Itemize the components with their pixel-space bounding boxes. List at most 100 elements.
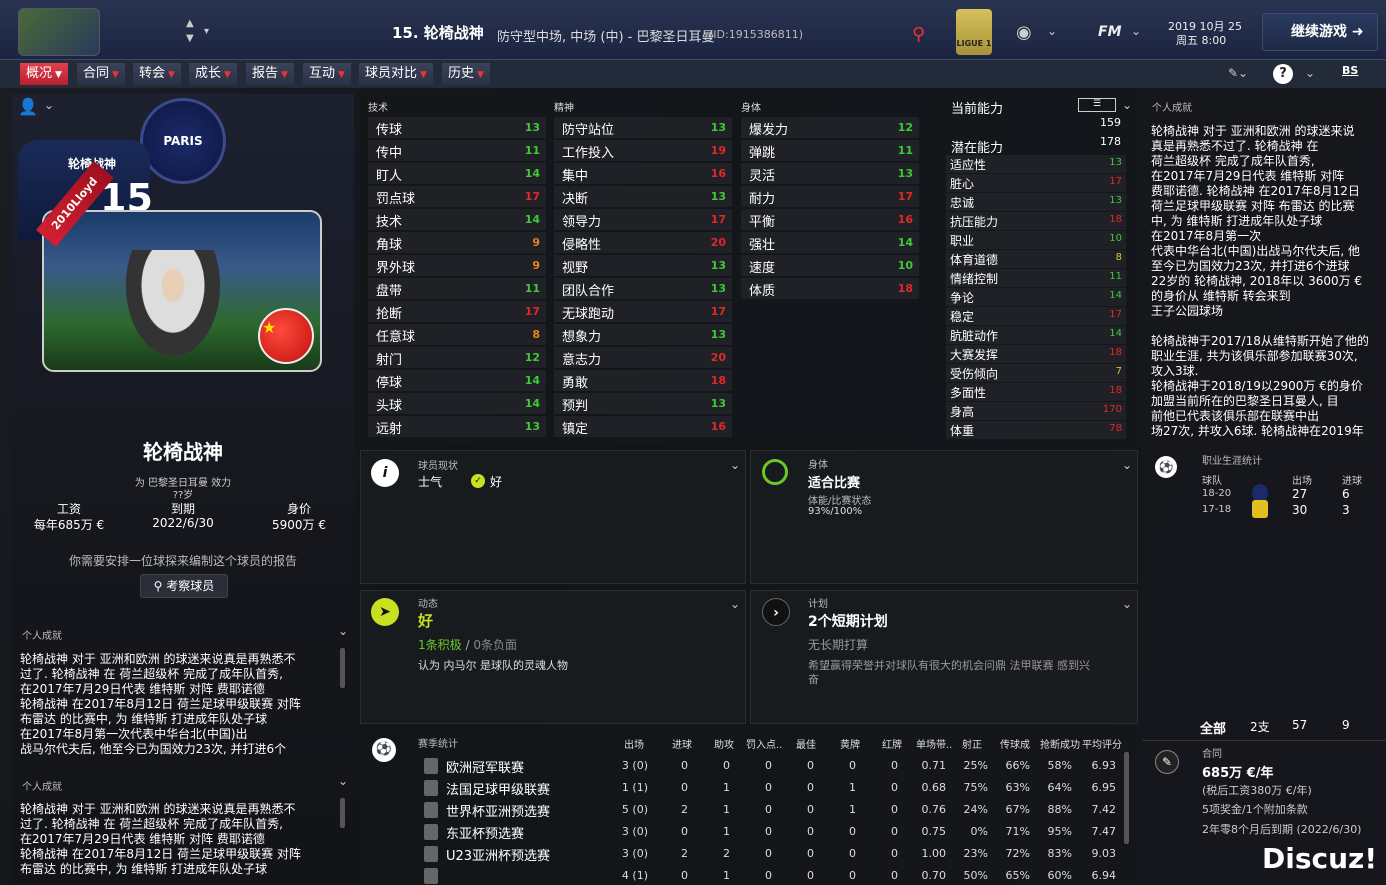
- attr-row[interactable]: 强壮 14: [741, 232, 919, 253]
- chevron-down-icon[interactable]: ⌄: [1122, 98, 1132, 112]
- table-cell: 0.71: [921, 759, 947, 772]
- chevron-down-icon[interactable]: ⌄: [338, 774, 348, 788]
- tab-history[interactable]: 历史 ▼: [442, 63, 490, 85]
- tab-compare[interactable]: 球员对比 ▼: [359, 63, 433, 85]
- scrollbar[interactable]: [340, 798, 345, 828]
- attr-row[interactable]: 工作投入 19: [554, 140, 732, 161]
- info-icon: i: [371, 459, 399, 487]
- league-badge[interactable]: LIGUE 1: [956, 9, 992, 55]
- chevron-down-icon[interactable]: ▾: [204, 26, 209, 37]
- club-badge-icon: [1252, 500, 1268, 518]
- hidden-attr-row: 身高 170: [946, 402, 1126, 420]
- attr-row[interactable]: 侵略性 20: [554, 232, 732, 253]
- table-cell: 88%: [1047, 803, 1072, 816]
- person-icon[interactable]: 👤: [18, 97, 38, 116]
- attr-row[interactable]: 停球 14: [368, 370, 546, 391]
- attr-row[interactable]: 平衡 16: [741, 209, 919, 230]
- attr-row[interactable]: 意志力 20: [554, 347, 732, 368]
- sort-down-icon[interactable]: ▼: [186, 33, 194, 44]
- attr-row[interactable]: 技术 14: [368, 209, 546, 230]
- tab-contract[interactable]: 合同 ▼: [77, 63, 125, 85]
- chevron-down-icon[interactable]: ⌄: [1131, 24, 1141, 38]
- attr-row[interactable]: 罚点球 17: [368, 186, 546, 207]
- season-col-header[interactable]: 单场带..: [916, 736, 952, 751]
- chevron-down-icon[interactable]: ⌄: [730, 597, 740, 611]
- attr-row[interactable]: 镇定 16: [554, 416, 732, 437]
- fm-menu-button[interactable]: FM: [1098, 24, 1122, 40]
- table-cell: 71%: [1005, 825, 1030, 838]
- chevron-down-icon[interactable]: ⌄: [1122, 458, 1132, 472]
- attr-row[interactable]: 视野 13: [554, 255, 732, 276]
- season-col-header[interactable]: 抢断成功: [1040, 736, 1080, 751]
- attr-row[interactable]: 无球跑动 17: [554, 301, 732, 322]
- attr-row[interactable]: 远射 13: [368, 416, 546, 437]
- attr-row[interactable]: 集中 16: [554, 163, 732, 184]
- tab-overview[interactable]: 概况 ▼: [20, 63, 68, 85]
- attr-row[interactable]: 决断 13: [554, 186, 732, 207]
- search-icon[interactable]: ⚲: [912, 24, 925, 45]
- attr-row[interactable]: 传球 13: [368, 117, 546, 138]
- globe-icon[interactable]: ◉: [1016, 22, 1032, 43]
- competition-name[interactable]: U23亚洲杯预选赛: [446, 845, 550, 864]
- attr-row[interactable]: 防守站位 13: [554, 117, 732, 138]
- attr-row[interactable]: 灵活 13: [741, 163, 919, 184]
- bio-line: 轮椅战神于2017/18从维特斯开始了他的: [1151, 334, 1369, 348]
- table-cell: 1: [849, 803, 856, 816]
- tab-reports[interactable]: 报告 ▼: [246, 63, 294, 85]
- scout-button[interactable]: ⚲ 考察球员: [140, 574, 228, 598]
- scrollbar[interactable]: [340, 648, 345, 688]
- attr-row[interactable]: 任意球 8: [368, 324, 546, 345]
- ability-toggle-icon[interactable]: ☰: [1078, 98, 1116, 112]
- player-thumbnail[interactable]: [18, 8, 100, 56]
- season-col-header[interactable]: 红牌: [882, 736, 902, 751]
- season-col-header[interactable]: 最佳: [796, 736, 816, 751]
- attr-row[interactable]: 体质 18: [741, 278, 919, 299]
- scrollbar[interactable]: [1124, 752, 1129, 844]
- attr-row[interactable]: 弹跳 11: [741, 140, 919, 161]
- sort-up-icon[interactable]: ▲: [186, 18, 194, 29]
- competition-name[interactable]: 法国足球甲级联赛: [446, 779, 550, 798]
- attr-row[interactable]: 盘带 11: [368, 278, 546, 299]
- tab-transfer[interactable]: 转会 ▼: [133, 63, 181, 85]
- double-chevron-icon[interactable]: ⌄: [44, 98, 54, 112]
- season-col-header[interactable]: 射正: [962, 736, 982, 751]
- continue-button[interactable]: 继续游戏 ➜: [1262, 13, 1378, 51]
- season-col-header[interactable]: 传球成: [1000, 736, 1030, 751]
- attr-row[interactable]: 界外球 9: [368, 255, 546, 276]
- chevron-down-icon[interactable]: ⌄: [730, 458, 740, 472]
- season-col-header[interactable]: 助攻: [714, 736, 734, 751]
- attr-row[interactable]: 耐力 17: [741, 186, 919, 207]
- attr-row[interactable]: 团队合作 13: [554, 278, 732, 299]
- chevron-down-icon[interactable]: ⌄: [338, 624, 348, 638]
- attr-row[interactable]: 抢断 17: [368, 301, 546, 322]
- season-col-header[interactable]: 出场: [624, 736, 644, 751]
- edit-icon[interactable]: ✎⌄: [1228, 66, 1248, 80]
- player-figure: [118, 250, 228, 368]
- attr-row[interactable]: 传中 11: [368, 140, 546, 161]
- attr-row[interactable]: 盯人 14: [368, 163, 546, 184]
- attr-row[interactable]: 想象力 13: [554, 324, 732, 345]
- season-col-header[interactable]: 罚入点..: [746, 736, 782, 751]
- attr-row[interactable]: 速度 10: [741, 255, 919, 276]
- dynamics-desc: 认为 内马尔 是球队的灵魂人物: [418, 659, 568, 672]
- tab-interaction[interactable]: 互动 ▼: [303, 63, 351, 85]
- competition-name[interactable]: 欧洲冠军联赛: [446, 757, 524, 776]
- attr-row[interactable]: 爆发力 12: [741, 117, 919, 138]
- chevron-down-icon[interactable]: ⌄: [1047, 24, 1057, 38]
- attr-row[interactable]: 预判 13: [554, 393, 732, 414]
- season-col-header[interactable]: 进球: [672, 736, 692, 751]
- attr-row[interactable]: 射门 12: [368, 347, 546, 368]
- double-chevron-icon[interactable]: ⌄: [1305, 66, 1315, 80]
- competition-name[interactable]: 东亚杯预选赛: [446, 823, 524, 842]
- season-col-header[interactable]: 平均评分: [1082, 736, 1122, 751]
- attr-row[interactable]: 头球 14: [368, 393, 546, 414]
- season-col-header[interactable]: 黄牌: [840, 736, 860, 751]
- help-icon[interactable]: ?: [1273, 64, 1293, 84]
- chevron-down-icon[interactable]: ⌄: [1122, 597, 1132, 611]
- tab-development[interactable]: 成长 ▼: [189, 63, 237, 85]
- attr-row[interactable]: 角球 9: [368, 232, 546, 253]
- bs-icon[interactable]: BS: [1342, 64, 1358, 77]
- attr-row[interactable]: 领导力 17: [554, 209, 732, 230]
- competition-name[interactable]: 世界杯亚洲预选赛: [446, 801, 550, 820]
- attr-row[interactable]: 勇敢 18: [554, 370, 732, 391]
